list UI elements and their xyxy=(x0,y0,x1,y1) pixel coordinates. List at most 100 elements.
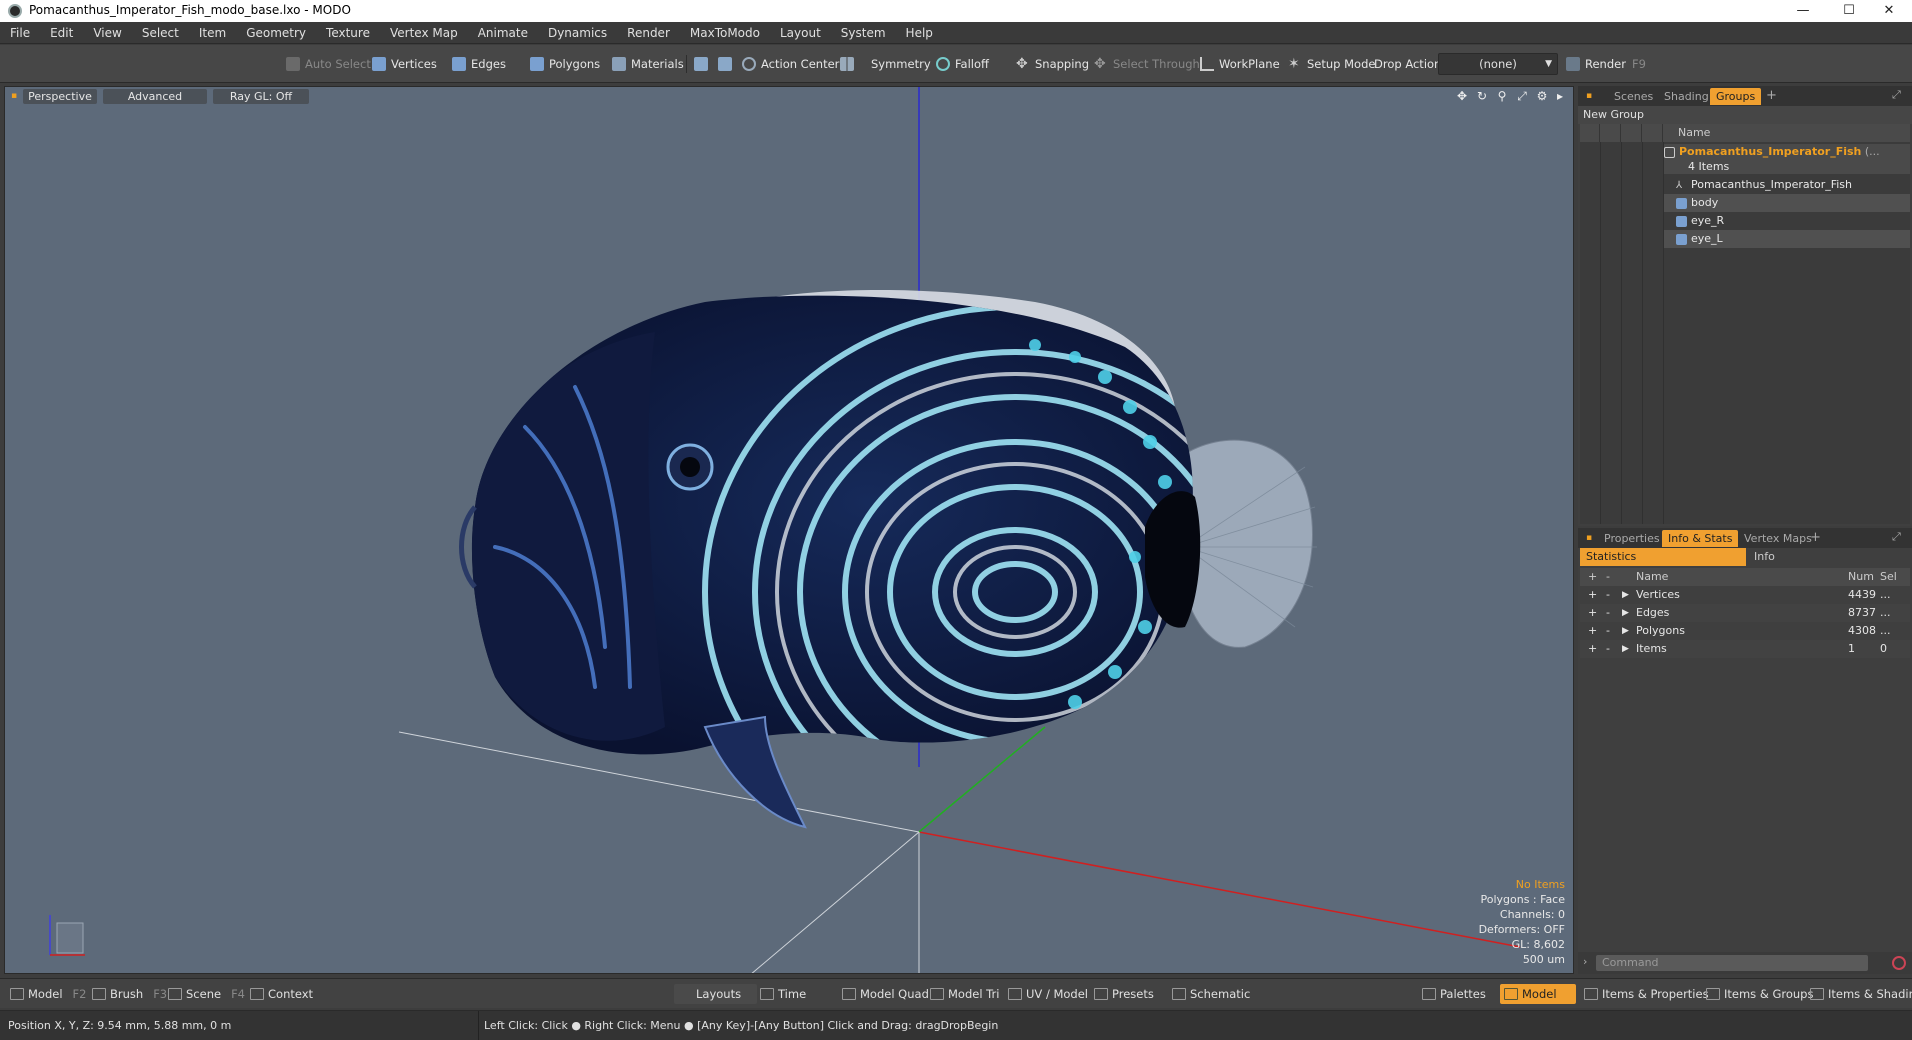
symmetry-button[interactable]: Symmetry xyxy=(836,53,931,75)
edges-button[interactable]: Edges xyxy=(448,53,506,75)
menu-help[interactable]: Help xyxy=(896,22,943,44)
select-icon[interactable] xyxy=(1622,124,1642,142)
tree-row-eye-r[interactable]: eye_R xyxy=(1664,212,1910,230)
time-button[interactable]: Time xyxy=(756,984,806,1004)
tab-shading[interactable]: Shading xyxy=(1658,88,1715,105)
model-layout-button[interactable]: Model F2 xyxy=(6,984,86,1004)
menu-render[interactable]: Render xyxy=(617,22,680,44)
panel-menu-icon[interactable]: ▪ xyxy=(1580,88,1598,105)
zoom-icon[interactable]: ⚲ xyxy=(1495,89,1509,103)
expand-icon[interactable]: + xyxy=(1588,622,1597,640)
render-toggle-icon[interactable] xyxy=(1643,124,1663,142)
table-row[interactable]: + - ▶ Edges 8737 ... xyxy=(1580,604,1910,622)
model-quad-button[interactable]: Model Quad xyxy=(838,984,929,1004)
triangle-right-icon[interactable]: ▶ xyxy=(1622,586,1629,604)
tab-vertex-maps[interactable]: Vertex Maps xyxy=(1738,530,1818,547)
auto-select-button[interactable]: Auto Select xyxy=(282,53,371,75)
gear-icon[interactable]: ⚙ xyxy=(1535,89,1549,103)
tab-advanced[interactable]: Advanced xyxy=(103,89,207,104)
new-group-button[interactable]: New Group xyxy=(1583,108,1644,121)
collapse-icon[interactable]: - xyxy=(1606,604,1610,622)
context-button[interactable]: Context xyxy=(246,984,313,1004)
play-icon[interactable]: ▸ xyxy=(1553,89,1567,103)
items-properties-button[interactable]: Items & Properties xyxy=(1580,984,1709,1004)
items-groups-button[interactable]: Items & Groups xyxy=(1702,984,1813,1004)
tab-scenes[interactable]: Scenes xyxy=(1608,88,1659,105)
shield-tool-button-1[interactable] xyxy=(690,53,713,75)
tab-info-stats[interactable]: Info & Stats xyxy=(1662,530,1739,547)
tab-groups[interactable]: Groups xyxy=(1710,88,1762,105)
menu-dynamics[interactable]: Dynamics xyxy=(538,22,617,44)
table-row[interactable]: + - ▶ Items 1 0 xyxy=(1580,640,1910,658)
3d-viewport[interactable]: ▪ Perspective Advanced Ray GL: Off ✥ ↻ ⚲… xyxy=(4,86,1574,974)
polygons-button[interactable]: Polygons xyxy=(526,53,600,75)
menu-system[interactable]: System xyxy=(831,22,896,44)
tree-row-root[interactable]: Pomacanthus_Imperator_Fish (... 4 Items xyxy=(1664,144,1910,174)
menu-view[interactable]: View xyxy=(83,22,131,44)
model-tri-button[interactable]: Model Tri xyxy=(926,984,999,1004)
table-row[interactable]: + - ▶ Vertices 4439 ... xyxy=(1580,586,1910,604)
expand-panel-icon[interactable]: ⤢ xyxy=(1892,88,1901,102)
materials-button[interactable]: Materials xyxy=(608,53,684,75)
presets-button[interactable]: Presets xyxy=(1090,984,1154,1004)
minimize-button[interactable]: — xyxy=(1780,0,1826,22)
expand-icon[interactable]: + xyxy=(1588,586,1597,604)
collapse-icon[interactable]: - xyxy=(1606,586,1610,604)
menu-vertex-map[interactable]: Vertex Map xyxy=(380,22,468,44)
panel-menu-icon[interactable]: ▪ xyxy=(1580,530,1598,547)
workplane-button[interactable]: WorkPlane xyxy=(1196,53,1280,75)
command-input[interactable]: Command xyxy=(1596,955,1868,971)
menu-texture[interactable]: Texture xyxy=(316,22,380,44)
table-row[interactable]: + - ▶ Polygons 4308 ... xyxy=(1580,622,1910,640)
eye-icon[interactable] xyxy=(1580,124,1600,142)
lock-icon[interactable] xyxy=(1601,124,1621,142)
action-center-button[interactable]: Action Center xyxy=(738,53,839,75)
fish-model[interactable] xyxy=(459,290,1326,877)
menu-animate[interactable]: Animate xyxy=(468,22,538,44)
drop-action-select[interactable]: (none) ▼ xyxy=(1438,53,1558,75)
render-button[interactable]: Render F9 xyxy=(1562,53,1646,75)
menu-select[interactable]: Select xyxy=(132,22,189,44)
scene-layout-button[interactable]: Scene F4 xyxy=(164,984,245,1004)
add-tab-icon[interactable]: + xyxy=(1810,530,1821,545)
expand-icon[interactable]: + xyxy=(1588,640,1597,658)
maximize-viewport-icon[interactable]: ⤢ xyxy=(1515,89,1529,103)
brush-layout-button[interactable]: Brush F3 xyxy=(88,984,167,1004)
tab-info[interactable]: Info xyxy=(1748,548,1910,566)
setup-mode-button[interactable]: ✶ Setup Mode xyxy=(1284,53,1375,75)
expand-panel-icon[interactable]: ⤢ xyxy=(1892,530,1901,544)
triangle-right-icon[interactable]: ▶ xyxy=(1622,622,1629,640)
tree-row-eye-l[interactable]: eye_L xyxy=(1664,230,1910,248)
tree-row-body[interactable]: body xyxy=(1664,194,1910,212)
select-through-button[interactable]: ✥ Select Through xyxy=(1090,53,1200,75)
close-button[interactable]: ✕ xyxy=(1866,0,1912,22)
uv-model-button[interactable]: UV / Model xyxy=(1004,984,1088,1004)
tab-statistics[interactable]: Statistics xyxy=(1580,548,1746,566)
layouts-button[interactable]: Layouts xyxy=(674,984,758,1004)
viewport-menu-icon[interactable]: ▪ xyxy=(7,89,21,103)
tab-properties[interactable]: Properties xyxy=(1598,530,1666,547)
schematic-button[interactable]: Schematic xyxy=(1168,984,1250,1004)
menu-layout[interactable]: Layout xyxy=(770,22,831,44)
menu-maxtomodo[interactable]: MaxToModo xyxy=(680,22,770,44)
add-tab-icon[interactable]: + xyxy=(1766,88,1777,103)
triangle-right-icon[interactable]: ▶ xyxy=(1622,604,1629,622)
palettes-button[interactable]: Palettes xyxy=(1418,984,1486,1004)
falloff-button[interactable]: Falloff xyxy=(932,53,989,75)
items-shading-button[interactable]: Items & Shading xyxy=(1806,984,1912,1004)
menu-edit[interactable]: Edit xyxy=(40,22,83,44)
pan-icon[interactable]: ✥ xyxy=(1455,89,1469,103)
expand-icon[interactable]: + xyxy=(1588,604,1597,622)
rotate-icon[interactable]: ↻ xyxy=(1475,89,1489,103)
triangle-right-icon[interactable]: ▶ xyxy=(1622,640,1629,658)
collapse-icon[interactable]: - xyxy=(1606,640,1610,658)
menu-geometry[interactable]: Geometry xyxy=(236,22,316,44)
model-mode-button[interactable]: Model xyxy=(1500,984,1576,1004)
snapping-button[interactable]: ✥ Snapping xyxy=(1012,53,1089,75)
tab-ray-gl[interactable]: Ray GL: Off xyxy=(213,89,309,104)
vertices-button[interactable]: Vertices xyxy=(368,53,437,75)
shield-tool-button-2[interactable] xyxy=(714,53,737,75)
tab-perspective[interactable]: Perspective xyxy=(23,89,97,104)
record-icon[interactable] xyxy=(1892,956,1906,970)
menu-file[interactable]: File xyxy=(0,22,40,44)
